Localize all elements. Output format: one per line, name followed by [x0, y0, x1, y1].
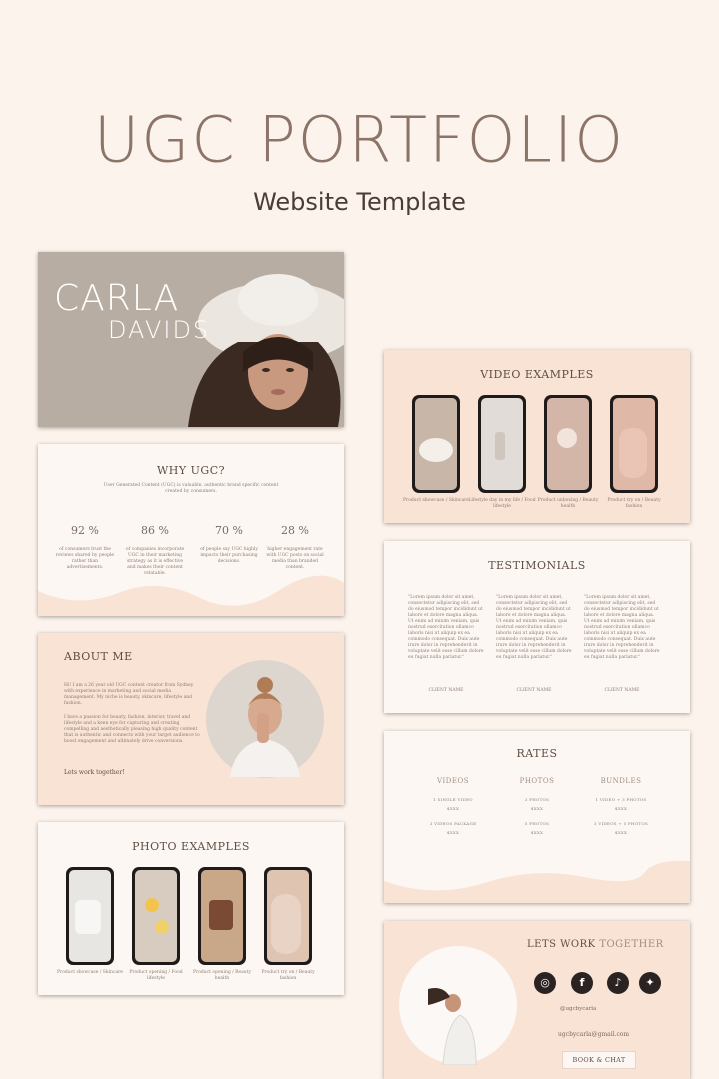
client-name-1: CLIENT NAME	[428, 688, 464, 693]
testimonials-title: TESTIMONIALS	[488, 559, 586, 572]
photo-caption-1: Product showcase / Skincare	[57, 970, 123, 975]
rates-bundles-price2: $XXX	[614, 830, 628, 835]
stat-1: 92 % of consumers trust the reviews shar…	[54, 524, 116, 571]
video-thumbnail	[613, 398, 655, 490]
stat-value: 92 %	[71, 524, 99, 537]
rates-photos-title: PHOTOS	[519, 777, 555, 785]
rates-photos-price2: $XXX	[530, 830, 544, 835]
contact-title: LETS WORK TOGETHER	[527, 939, 664, 950]
contact-photo	[399, 946, 517, 1065]
photo-phone-1[interactable]	[66, 867, 114, 965]
stat-text: of people say UGC highly impacts their p…	[200, 547, 258, 564]
stat-value: 86 %	[141, 524, 169, 537]
photo-phone-3[interactable]	[198, 867, 246, 965]
testimonials-card: TESTIMONIALS "Lorem ipsum dolor sit amet…	[384, 541, 690, 713]
video-caption-3: Product unboxing / Beauty health	[537, 498, 599, 509]
stat-4: 28 % higher engagement rate with UGC pos…	[264, 524, 326, 571]
rates-bundles-price1: $XXX	[614, 806, 628, 811]
testimonial-quote-1: "Lorem ipsum dolor sit amet, consectetur…	[408, 595, 484, 660]
rates-photos-line2: 5 PHOTOS	[524, 821, 550, 826]
stat-text: higher engagement rate with UGC posts on…	[266, 547, 324, 570]
twitter-icon[interactable]: ✦	[639, 972, 661, 994]
video-phone-3[interactable]	[544, 395, 592, 493]
rates-videos-line1: 1 SINGLE VIDEO	[433, 797, 473, 802]
why-ugc-card: WHY UGC? User Generated Content (UGC) is…	[38, 444, 344, 616]
client-name-2: CLIENT NAME	[516, 688, 552, 693]
photos-title: PHOTO EXAMPLES	[132, 840, 250, 853]
decorative-wave	[38, 575, 344, 616]
photo-thumbnail	[267, 870, 309, 962]
rates-bundles-line1: 1 VIDEO + 3 PHOTOS	[595, 797, 647, 802]
video-caption-1: Product showcase / Skincare	[403, 498, 469, 503]
name-last: DAVIDS	[108, 316, 211, 344]
rates-videos-title: VIDEOS	[436, 777, 470, 785]
photo-examples-card: PHOTO EXAMPLES Product showcase / Skinca…	[38, 822, 344, 995]
video-phone-2[interactable]	[478, 395, 526, 493]
stat-text: of companies incorporate UGC in their ma…	[125, 547, 185, 576]
rates-videos-price2: $XXX	[446, 830, 460, 835]
about-paragraph-2: I have a passion for beauty, fashion, in…	[64, 715, 200, 744]
about-title: ABOUT ME	[64, 650, 133, 663]
instagram-icon[interactable]: ◎	[534, 972, 556, 994]
photo-caption-3: Product opening / Beauty health	[192, 970, 252, 981]
book-chat-button[interactable]: BOOK & CHAT	[562, 1051, 636, 1069]
video-phone-1[interactable]	[412, 395, 460, 493]
page-title: UGC PORTFOLIO	[93, 102, 626, 177]
about-photo	[206, 660, 324, 778]
photo-thumbnail	[69, 870, 111, 962]
why-intro: User Generated Content (UGC) is valuable…	[103, 483, 279, 494]
photo-phone-2[interactable]	[132, 867, 180, 965]
testimonial-quote-2: "Lorem ipsum dolor sit amet, consectetur…	[496, 595, 572, 660]
rates-videos-line2: 3 VIDEOS PACKAGE	[429, 821, 477, 826]
rates-videos-price1: $XXX	[446, 806, 460, 811]
photo-caption-2: Product opening / Food lifestyle	[129, 970, 183, 981]
rates-bundles-title: BUNDLES	[600, 777, 642, 785]
video-thumbnail	[415, 398, 457, 490]
rates-card: RATES VIDEOS 1 SINGLE VIDEO $XXX 3 VIDEO…	[384, 731, 690, 903]
rates-bundles-line2: 3 VIDEOS + 5 PHOTOS	[594, 821, 648, 826]
hero-card: CARLA DAVIDS	[38, 252, 344, 427]
about-card: ABOUT ME Hi! I am a 26 year old UGC cont…	[38, 633, 344, 805]
video-examples-card: VIDEO EXAMPLES Product showcase / Skinca…	[384, 350, 690, 523]
stat-2: 86 % of companies incorporate UGC in the…	[124, 524, 186, 577]
testimonial-quote-3: "Lorem ipsum dolor sit amet, consectetur…	[584, 595, 660, 660]
rates-photos-price1: $XXX	[530, 806, 544, 811]
video-caption-4: Product try on / Beauty fashion	[607, 498, 661, 509]
video-thumbnail	[481, 398, 523, 490]
social-handle: @ugcbycarla	[560, 1006, 597, 1012]
client-name-3: CLIENT NAME	[604, 688, 640, 693]
photo-caption-4: Product try on / Beauty fashion	[261, 970, 315, 981]
stat-text: of consumers trust the reviews shared by…	[55, 547, 115, 570]
tiktok-icon[interactable]: ♪	[607, 972, 629, 994]
decorative-wave	[384, 860, 690, 903]
stat-3: 70 % of people say UGC highly impacts th…	[198, 524, 260, 565]
why-title: WHY UGC?	[156, 464, 226, 477]
video-thumbnail	[547, 398, 589, 490]
videos-title: VIDEO EXAMPLES	[480, 368, 594, 381]
rates-photos-line1: 3 PHOTOS	[524, 797, 550, 802]
video-caption-2: Lifestyle day in my life / Food lifestyl…	[468, 498, 536, 509]
page-subtitle: Website Template	[253, 188, 466, 216]
video-phone-4[interactable]	[610, 395, 658, 493]
photo-phone-4[interactable]	[264, 867, 312, 965]
stat-value: 28 %	[281, 524, 309, 537]
contact-card: LETS WORK TOGETHER ◎ f ♪ ✦ @ugcbycarla u…	[384, 921, 690, 1079]
stat-value: 70 %	[215, 524, 243, 537]
facebook-icon[interactable]: f	[571, 972, 593, 994]
name-first: CARLA	[54, 278, 180, 319]
about-cta: Lets work together!	[64, 769, 125, 776]
about-paragraph-1: Hi! I am a 26 year old UGC content creat…	[64, 683, 194, 706]
photo-thumbnail	[201, 870, 243, 962]
rates-title: RATES	[516, 747, 558, 760]
email-text[interactable]: ugcbycarla@gmail.com	[558, 1031, 629, 1038]
contact-title-a: LETS WORK	[527, 939, 596, 950]
photo-thumbnail	[135, 870, 177, 962]
contact-title-b: TOGETHER	[599, 939, 664, 950]
